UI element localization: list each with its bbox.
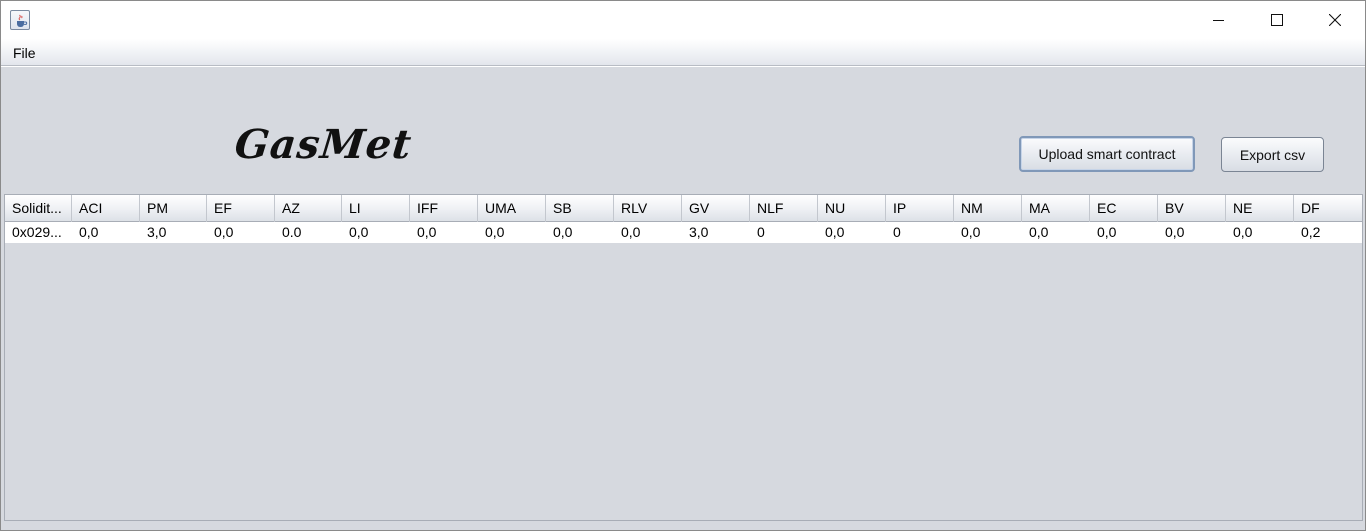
table-header: Solidit... ACI PM EF AZ LI IFF UMA SB RL… (5, 195, 1362, 222)
results-table[interactable]: Solidit... ACI PM EF AZ LI IFF UMA SB RL… (4, 194, 1363, 521)
table-cell[interactable]: 0,0 (342, 222, 410, 243)
column-header[interactable]: UMA (478, 195, 546, 222)
close-button[interactable] (1306, 1, 1364, 39)
table-cell[interactable]: 0,0 (1090, 222, 1158, 243)
column-header[interactable]: NLF (750, 195, 818, 222)
column-header[interactable]: IFF (410, 195, 478, 222)
table-cell[interactable]: 0x029... (5, 222, 72, 243)
table-cell[interactable]: 0.0 (275, 222, 342, 243)
column-header[interactable]: SB (546, 195, 614, 222)
menu-bar: File (1, 39, 1365, 66)
column-header[interactable]: PM (140, 195, 207, 222)
column-header[interactable]: EC (1090, 195, 1158, 222)
column-header[interactable]: IP (886, 195, 954, 222)
java-cup-icon[interactable] (10, 10, 30, 30)
minimize-icon (1213, 20, 1224, 21)
app-logo: GasMet (232, 121, 415, 168)
column-header[interactable]: BV (1158, 195, 1226, 222)
column-header[interactable]: DF (1294, 195, 1359, 222)
table-cell[interactable]: 3,0 (140, 222, 207, 243)
maximize-button[interactable] (1248, 1, 1306, 39)
table-cell[interactable]: 0,0 (614, 222, 682, 243)
title-bar[interactable] (1, 1, 1365, 39)
table-cell[interactable]: 0,0 (818, 222, 886, 243)
menu-file[interactable]: File (7, 43, 42, 63)
column-header[interactable]: ACI (72, 195, 140, 222)
table-cell[interactable]: 0,0 (546, 222, 614, 243)
app-window: File GasMet Upload smart contract Export… (0, 0, 1366, 531)
table-cell[interactable]: 0,0 (410, 222, 478, 243)
column-header[interactable]: LI (342, 195, 410, 222)
table-cell[interactable]: 0,0 (1158, 222, 1226, 243)
column-header[interactable]: EF (207, 195, 275, 222)
column-header[interactable]: GV (682, 195, 750, 222)
close-icon (1329, 14, 1341, 26)
table-cell[interactable]: 0 (886, 222, 954, 243)
table-cell[interactable]: 3,0 (682, 222, 750, 243)
minimize-button[interactable] (1190, 1, 1248, 39)
table-cell[interactable]: 0,0 (1226, 222, 1294, 243)
column-header[interactable]: NM (954, 195, 1022, 222)
column-header[interactable]: NU (818, 195, 886, 222)
column-header[interactable]: RLV (614, 195, 682, 222)
table-cell[interactable]: 0,0 (478, 222, 546, 243)
export-csv-button[interactable]: Export csv (1221, 137, 1324, 172)
main-panel: GasMet Upload smart contract Export csv … (1, 67, 1365, 530)
table-cell[interactable]: 0,0 (72, 222, 140, 243)
table-cell[interactable]: 0,0 (954, 222, 1022, 243)
maximize-icon (1271, 14, 1283, 26)
table-cell[interactable]: 0,0 (1022, 222, 1090, 243)
table-cell[interactable]: 0,0 (207, 222, 275, 243)
column-header[interactable]: Solidit... (5, 195, 72, 222)
column-header[interactable]: NE (1226, 195, 1294, 222)
upload-smart-contract-button[interactable]: Upload smart contract (1019, 136, 1195, 172)
table-cell[interactable]: 0,2 (1294, 222, 1359, 243)
table-row[interactable]: 0x029... 0,0 3,0 0,0 0.0 0,0 0,0 0,0 0,0… (5, 222, 1362, 243)
table-cell[interactable]: 0 (750, 222, 818, 243)
column-header[interactable]: AZ (275, 195, 342, 222)
column-header[interactable]: MA (1022, 195, 1090, 222)
